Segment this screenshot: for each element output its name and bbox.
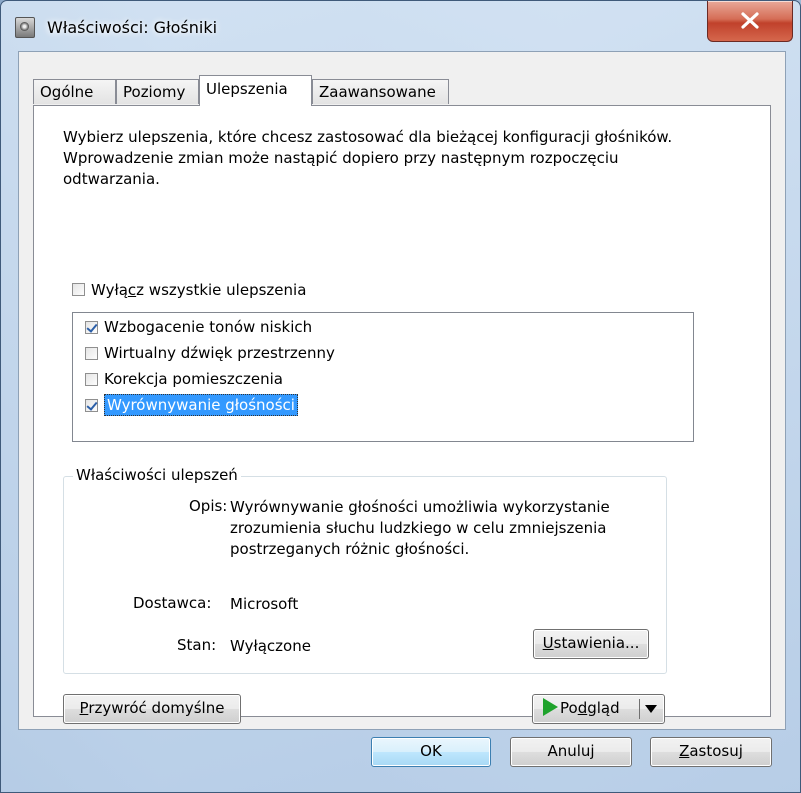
list-item-loudness-equalization[interactable]: Wyrównywanie głośności bbox=[85, 394, 298, 416]
description-value: Wyrównywanie głośności umożliwia wykorzy… bbox=[230, 497, 610, 560]
description-line: zrozumienia słuchu ludzkiego w celu zmni… bbox=[230, 519, 607, 537]
list-item-room-correction[interactable]: Korekcja pomieszczenia bbox=[85, 368, 283, 390]
preview-accel: d bbox=[577, 699, 588, 717]
dialog-client-area: Ogólne Poziomy Ulepszenia Zaawansowane W… bbox=[18, 51, 786, 730]
checkbox-checked[interactable] bbox=[85, 321, 98, 334]
description-label: Opis: bbox=[189, 497, 228, 515]
chevron-down-icon[interactable] bbox=[645, 705, 657, 713]
play-icon bbox=[543, 698, 558, 716]
list-item-label-selected: Wyrównywanie głośności bbox=[104, 394, 298, 416]
checkbox-unchecked[interactable] bbox=[85, 347, 98, 360]
apply-accel: Z bbox=[679, 742, 690, 760]
disable-all-accel: c bbox=[127, 281, 137, 299]
list-item-bass-boost[interactable]: Wzbogacenie tonów niskich bbox=[85, 316, 312, 338]
ok-label: OK bbox=[420, 742, 442, 760]
state-label: Stan: bbox=[177, 636, 217, 654]
ok-button[interactable]: OK bbox=[371, 737, 491, 767]
enhancements-description: Wybierz ulepszenia, które chcesz zastoso… bbox=[63, 128, 673, 188]
preview-label-pre: Po bbox=[560, 699, 578, 717]
title-bar[interactable]: Właściwości: Głośniki bbox=[1, 1, 801, 51]
tab-levels-label: Poziomy bbox=[123, 83, 186, 101]
checkbox-box bbox=[72, 283, 85, 296]
provider-value: Microsoft bbox=[230, 595, 299, 613]
window-frame: Właściwości: Głośniki Ogólne Poziomy Ule… bbox=[0, 0, 801, 793]
list-item-label: Wirtualny dźwięk przestrzenny bbox=[104, 344, 335, 362]
settings-label: stawienia... bbox=[553, 634, 640, 652]
description-line: Wyrównywanie głośności umożliwia wykorzy… bbox=[230, 498, 610, 516]
settings-accel: U bbox=[542, 634, 554, 652]
tab-enhancements[interactable]: Ulepszenia bbox=[199, 75, 312, 106]
checkbox-checked[interactable] bbox=[85, 399, 98, 412]
settings-button[interactable]: Ustawienia... bbox=[533, 629, 649, 659]
apply-button[interactable]: Zastosuj bbox=[650, 737, 772, 767]
disable-all-checkbox[interactable]: Wyłącz wszystkie ulepszenia bbox=[72, 281, 306, 299]
enhancements-list[interactable]: Wzbogacenie tonów niskich Wirtualny dźwi… bbox=[72, 312, 694, 442]
list-item-label: Korekcja pomieszczenia bbox=[104, 370, 284, 388]
disable-all-label-pre: Wyłą bbox=[91, 281, 128, 299]
tab-advanced[interactable]: Zaawansowane bbox=[312, 79, 449, 104]
preview-label-post: gląd bbox=[587, 699, 620, 717]
restore-accel: P bbox=[79, 699, 89, 717]
close-button[interactable] bbox=[707, 1, 793, 42]
close-icon bbox=[741, 12, 759, 29]
state-value: Wyłączone bbox=[230, 637, 311, 655]
cancel-label: Anuluj bbox=[547, 742, 595, 760]
disable-all-label-post: z wszystkie ulepszenia bbox=[136, 281, 307, 299]
provider-label: Dostawca: bbox=[133, 594, 212, 612]
preview-split-button[interactable]: Podgląd bbox=[532, 694, 665, 724]
window-title: Właściwości: Głośniki bbox=[47, 18, 218, 37]
tab-enhancements-label: Ulepszenia bbox=[206, 80, 288, 98]
group-title: Właściwości ulepszeń bbox=[73, 466, 241, 484]
description-line: postrzeganych różnic głośności. bbox=[230, 540, 470, 558]
cancel-button[interactable]: Anuluj bbox=[510, 737, 632, 767]
apply-label: astosuj bbox=[689, 742, 743, 760]
tab-general-label: Ogólne bbox=[40, 83, 94, 101]
tab-general[interactable]: Ogólne bbox=[33, 79, 116, 104]
enhancements-panel: Wybierz ulepszenia, które chcesz zastoso… bbox=[33, 105, 771, 724]
tab-advanced-label: Zaawansowane bbox=[319, 83, 436, 101]
speaker-properties-icon bbox=[15, 17, 35, 38]
list-item-label: Wzbogacenie tonów niskich bbox=[104, 318, 313, 336]
restore-defaults-button[interactable]: Przywróć domyślne bbox=[63, 694, 241, 724]
list-item-virtual-surround[interactable]: Wirtualny dźwięk przestrzenny bbox=[85, 342, 335, 364]
checkbox-unchecked[interactable] bbox=[85, 373, 98, 386]
restore-label: rzywróć domyślne bbox=[88, 699, 225, 717]
tab-levels[interactable]: Poziomy bbox=[116, 79, 199, 104]
split-separator bbox=[639, 699, 640, 719]
